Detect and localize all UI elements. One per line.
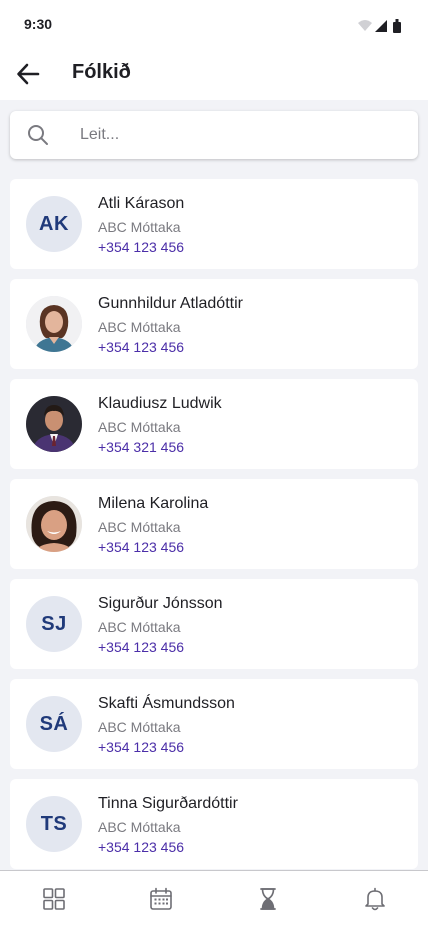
hourglass-icon [259,887,276,910]
contact-organization: ABC Móttaka [98,619,181,635]
contact-name: Skafti Ásmundsson [98,695,235,712]
avatar-photo [26,396,82,452]
contact-card[interactable]: Klaudiusz Ludwik ABC Móttaka +354 321 45… [10,379,418,469]
status-bar: 9:30 [0,0,428,48]
person-photo-icon [26,496,82,552]
search-icon [28,125,48,145]
contact-card[interactable]: TS Tinna Sigurðardóttir ABC Móttaka +354… [10,779,418,869]
contact-organization: ABC Móttaka [98,719,181,735]
app-header: Fólkið [0,48,428,100]
contact-card[interactable]: AK Atli Kárason ABC Móttaka +354 123 456 [10,179,418,269]
contact-organization: ABC Móttaka [98,419,181,435]
contact-organization: ABC Móttaka [98,819,181,835]
contact-phone[interactable]: +354 123 456 [98,739,184,755]
contact-organization: ABC Móttaka [98,319,181,335]
avatar-initials: SÁ [39,712,69,735]
avatar: SJ [26,596,82,652]
contact-name: Tinna Sigurðardóttir [98,795,238,812]
page-title: Fólkið [72,61,131,83]
avatar-photo [26,496,82,552]
contact-phone[interactable]: +354 123 456 [98,339,184,355]
search-input[interactable] [80,119,400,151]
status-icons [358,19,401,33]
bell-icon [364,887,385,910]
contact-name: Klaudiusz Ludwik [98,395,222,412]
avatar: AK [26,196,82,252]
grid-icon [42,887,65,910]
wifi-icon [358,20,372,31]
contact-name: Milena Karolina [98,495,209,512]
contact-organization: ABC Móttaka [98,219,181,235]
status-time: 9:30 [24,16,53,32]
contact-card[interactable]: SJ Sigurður Jónsson ABC Móttaka +354 123… [10,579,418,669]
contact-card[interactable]: SÁ Skafti Ásmundsson ABC Móttaka +354 12… [10,679,418,769]
calendar-icon [149,887,172,910]
person-photo-icon [26,396,82,452]
avatar: TS [26,796,82,852]
avatar-initials: TS [40,812,68,835]
nav-calendar[interactable] [107,871,214,926]
contact-phone[interactable]: +354 123 456 [98,239,184,255]
contact-name: Gunnhildur Atladóttir [98,295,243,312]
cellular-signal-icon [375,20,387,32]
bottom-navigation [0,870,428,926]
avatar-initials: SJ [41,612,67,635]
avatar-initials: AK [39,212,69,235]
contact-phone[interactable]: +354 123 456 [98,839,184,855]
contact-card[interactable]: Milena Karolina ABC Móttaka +354 123 456 [10,479,418,569]
contact-list: AK Atli Kárason ABC Móttaka +354 123 456… [10,179,418,879]
nav-timer[interactable] [214,871,321,926]
avatar-photo [26,296,82,352]
contact-phone[interactable]: +354 123 456 [98,539,184,555]
nav-notifications[interactable] [321,871,428,926]
contact-name: Atli Kárason [98,195,185,212]
back-button[interactable] [12,58,44,90]
contact-phone[interactable]: +354 123 456 [98,639,184,655]
contact-name: Sigurður Jónsson [98,595,223,612]
nav-dashboard[interactable] [0,871,107,926]
person-photo-icon [26,296,82,352]
arrow-left-icon [17,63,40,85]
contact-organization: ABC Móttaka [98,519,181,535]
contact-phone[interactable]: +354 321 456 [98,439,184,455]
search-bar[interactable] [10,111,418,159]
avatar: SÁ [26,696,82,752]
contact-card[interactable]: Gunnhildur Atladóttir ABC Móttaka +354 1… [10,279,418,369]
battery-icon [393,19,401,33]
